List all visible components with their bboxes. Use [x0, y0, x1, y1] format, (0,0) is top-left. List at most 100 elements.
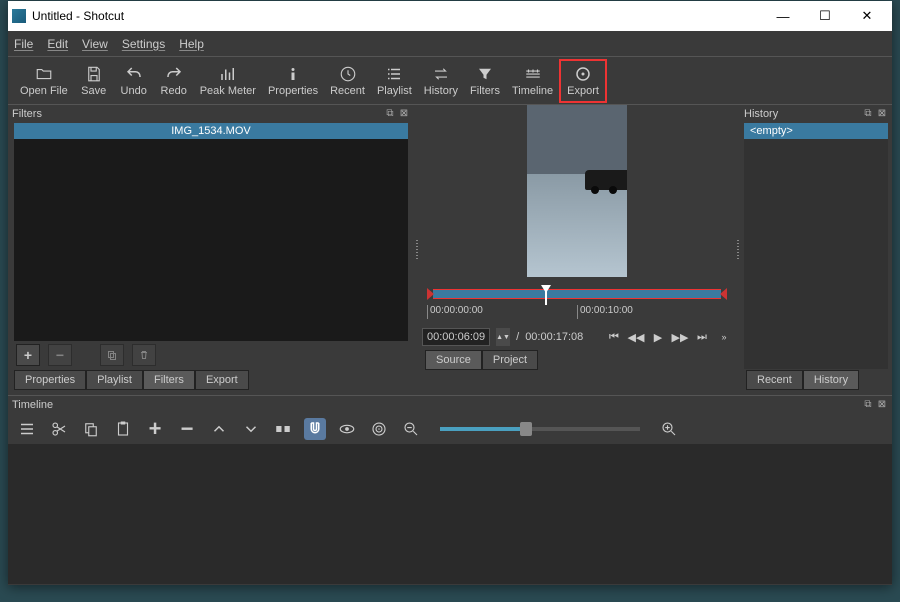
- playlist-button[interactable]: Playlist: [371, 59, 418, 103]
- tool-label: Save: [81, 85, 106, 97]
- playhead-icon[interactable]: [541, 285, 551, 293]
- export-button[interactable]: Export: [559, 59, 607, 103]
- copy-button[interactable]: [80, 418, 102, 440]
- in-point-icon[interactable]: [427, 288, 434, 300]
- filters-button[interactable]: Filters: [464, 59, 506, 103]
- hamburger-icon: [18, 420, 36, 438]
- timeline-panel: Timeline ⧉ ⊠ + −: [8, 395, 892, 584]
- panel-close-icon[interactable]: ⊠: [876, 399, 888, 411]
- tab-export[interactable]: Export: [195, 370, 249, 390]
- panel-close-icon[interactable]: ⊠: [876, 108, 888, 120]
- window-title: Untitled - Shotcut: [32, 9, 762, 23]
- history-list[interactable]: <empty>: [744, 123, 888, 369]
- add-filter-button[interactable]: +: [16, 344, 40, 366]
- titlebar: Untitled - Shotcut — ☐ ✕: [8, 1, 892, 31]
- skip-start-button[interactable]: ⏮: [606, 329, 622, 345]
- list-icon: [385, 65, 403, 83]
- timeline-tracks[interactable]: [8, 444, 892, 584]
- panel-close-icon[interactable]: ⊠: [398, 108, 410, 120]
- skip-end-button[interactable]: ⏭: [694, 329, 710, 345]
- menu-button[interactable]: [16, 418, 38, 440]
- tab-project[interactable]: Project: [482, 350, 538, 370]
- panel-detach-icon[interactable]: ⧉: [384, 108, 396, 120]
- tool-label: Timeline: [512, 85, 553, 97]
- ruler-start: 00:00:00:00: [427, 305, 577, 319]
- tab-history[interactable]: History: [803, 370, 859, 390]
- undo-button[interactable]: Undo: [114, 59, 154, 103]
- save-button[interactable]: Save: [74, 59, 114, 103]
- tab-properties[interactable]: Properties: [14, 370, 86, 390]
- zoom-slider[interactable]: [440, 427, 640, 431]
- more-button[interactable]: »: [716, 329, 732, 345]
- tab-filters[interactable]: Filters: [143, 370, 195, 390]
- filters-list[interactable]: IMG_1534.MOV: [14, 123, 408, 341]
- history-panel: History ⧉ ⊠ <empty> Recent History: [740, 105, 892, 395]
- rewind-button[interactable]: ◀◀: [628, 329, 644, 345]
- close-button[interactable]: ✕: [846, 2, 888, 30]
- remove-button[interactable]: −: [176, 418, 198, 440]
- out-point-icon[interactable]: [720, 288, 727, 300]
- center-tabs: Source Project: [419, 349, 735, 375]
- funnel-icon: [476, 65, 494, 83]
- ripple-button[interactable]: [368, 418, 390, 440]
- peak-meter-button[interactable]: Peak Meter: [194, 59, 262, 103]
- paste-button[interactable]: [112, 418, 134, 440]
- menu-help[interactable]: Help: [179, 37, 204, 51]
- remove-filter-button[interactable]: −: [48, 344, 72, 366]
- recent-button[interactable]: Recent: [324, 59, 371, 103]
- play-button[interactable]: ▶: [650, 329, 666, 345]
- tool-label: Export: [567, 85, 599, 97]
- menu-file[interactable]: File: [14, 37, 33, 51]
- lift-button[interactable]: [208, 418, 230, 440]
- timeline-button[interactable]: Timeline: [506, 59, 559, 103]
- split-button[interactable]: [272, 418, 294, 440]
- tab-playlist[interactable]: Playlist: [86, 370, 143, 390]
- scrubber-bar[interactable]: [427, 285, 727, 303]
- maximize-button[interactable]: ☐: [804, 2, 846, 30]
- timecode-sep: /: [516, 331, 519, 343]
- timeline-header: Timeline ⧉ ⊠: [8, 396, 892, 414]
- copy-filter-button[interactable]: [100, 344, 124, 366]
- open-file-button[interactable]: Open File: [14, 59, 74, 103]
- panel-detach-icon[interactable]: ⧉: [862, 399, 874, 411]
- zoom-in-icon: [660, 420, 678, 438]
- current-timecode[interactable]: 00:00:06:09: [422, 328, 490, 346]
- timecode-spinner[interactable]: ▲▼: [496, 328, 510, 346]
- history-item[interactable]: <empty>: [744, 123, 888, 139]
- history-header: History ⧉ ⊠: [740, 105, 892, 123]
- timeline-icon: [524, 65, 542, 83]
- tool-label: Undo: [121, 85, 147, 97]
- tab-source[interactable]: Source: [425, 350, 482, 370]
- scissors-icon: [50, 420, 68, 438]
- menu-settings[interactable]: Settings: [122, 37, 165, 51]
- minimize-button[interactable]: —: [762, 2, 804, 30]
- tab-recent[interactable]: Recent: [746, 370, 803, 390]
- menu-view[interactable]: View: [82, 37, 108, 51]
- snap-button[interactable]: [304, 418, 326, 440]
- zoom-out-button[interactable]: [400, 418, 422, 440]
- scrub-button[interactable]: [336, 418, 358, 440]
- chevron-down-icon: [242, 420, 260, 438]
- timecode-ruler: 00:00:00:00 00:00:10:00: [427, 305, 727, 319]
- properties-button[interactable]: Properties: [262, 59, 324, 103]
- total-timecode: 00:00:17:08: [525, 331, 583, 343]
- preview-panel: 00:00:00:00 00:00:10:00 00:00:06:09 ▲▼ /…: [419, 105, 735, 395]
- tool-label: Playlist: [377, 85, 412, 97]
- zoom-in-button[interactable]: [658, 418, 680, 440]
- append-button[interactable]: +: [144, 418, 166, 440]
- preview-frame: [527, 105, 627, 277]
- cut-button[interactable]: [48, 418, 70, 440]
- menu-edit[interactable]: Edit: [47, 37, 68, 51]
- copy-icon: [106, 349, 118, 361]
- paste-filter-button[interactable]: [132, 344, 156, 366]
- history-button[interactable]: History: [418, 59, 464, 103]
- filter-file-row[interactable]: IMG_1534.MOV: [14, 123, 408, 139]
- redo-button[interactable]: Redo: [154, 59, 194, 103]
- video-preview[interactable]: [527, 105, 627, 277]
- right-tabs: Recent History: [740, 369, 892, 395]
- panel-detach-icon[interactable]: ⧉: [862, 108, 874, 120]
- filters-bottom-bar: + −: [8, 341, 414, 369]
- save-icon: [85, 65, 103, 83]
- fast-forward-button[interactable]: ▶▶: [672, 329, 688, 345]
- overwrite-button[interactable]: [240, 418, 262, 440]
